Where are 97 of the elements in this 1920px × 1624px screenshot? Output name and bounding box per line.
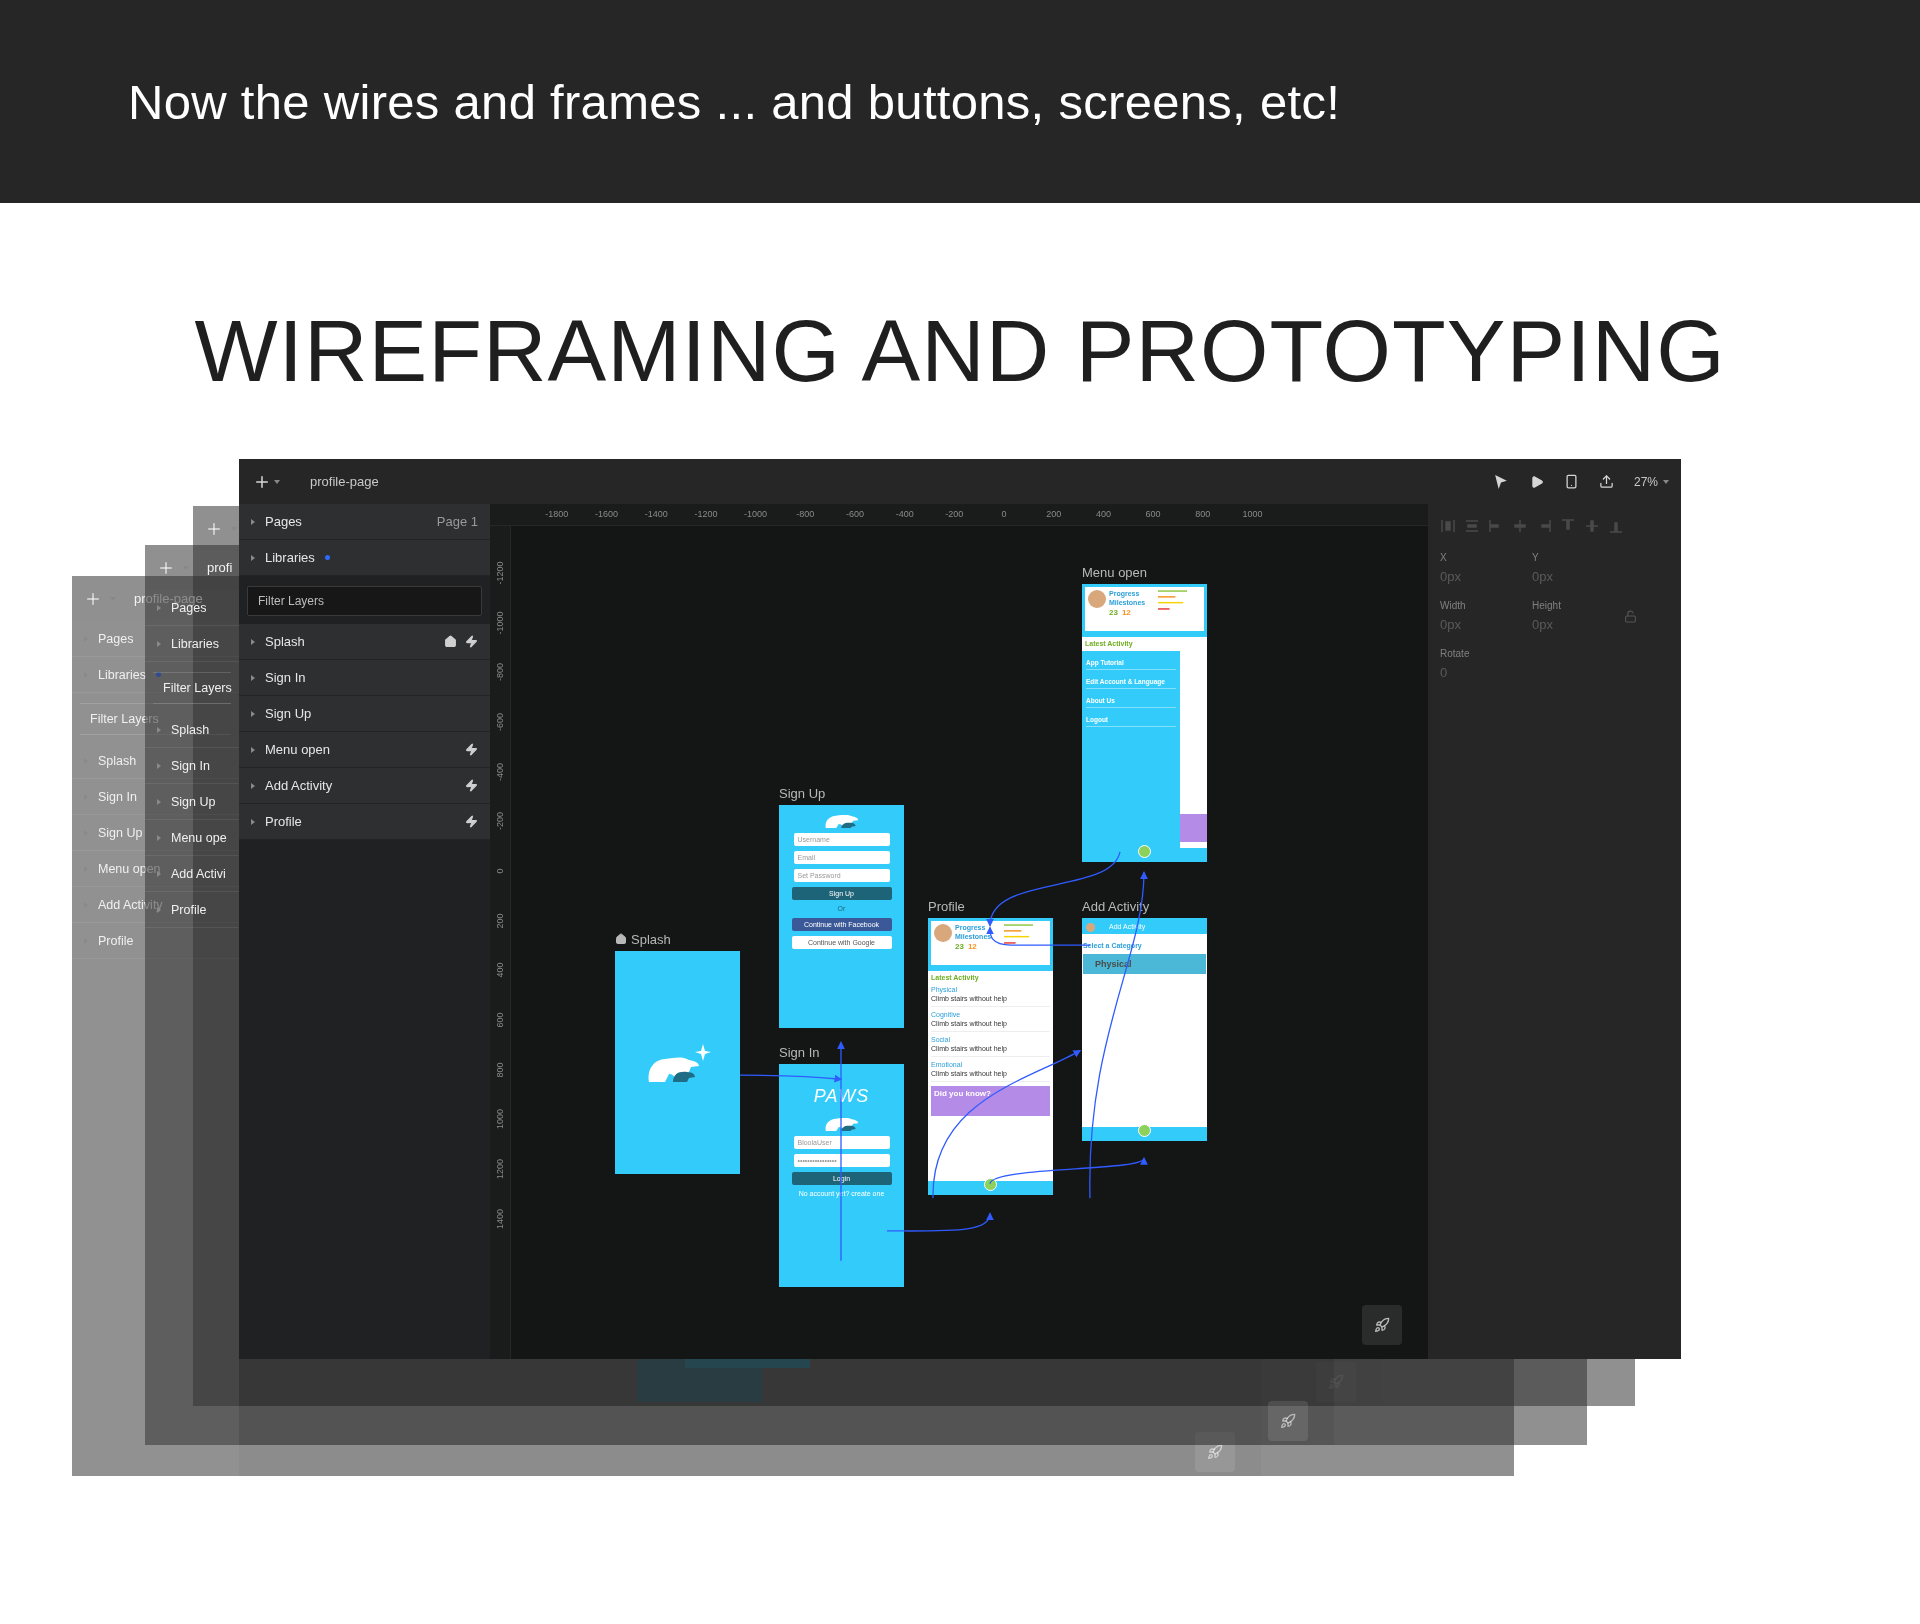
zoom-dropdown[interactable]: 27% <box>1633 474 1669 489</box>
align-icon[interactable] <box>1440 518 1456 534</box>
ruler-label: -200 <box>495 812 505 831</box>
artboard-label: Sign Up <box>779 785 826 801</box>
artboard-label: Splash <box>631 931 671 947</box>
layer-item[interactable]: Add Activi <box>171 866 226 881</box>
align-icon[interactable] <box>1512 518 1528 534</box>
filter-field[interactable]: Filter Layers <box>247 586 482 616</box>
lock-icon[interactable] <box>1624 609 1637 623</box>
document-title: profi <box>207 560 233 575</box>
align-icon[interactable] <box>1464 518 1480 534</box>
ruler-label: 800 <box>495 1062 505 1078</box>
rocket-icon <box>1374 1317 1390 1333</box>
ruler-label: -200 <box>944 508 965 521</box>
avatar-placeholder <box>1086 922 1095 932</box>
layer-item[interactable]: Sign Up <box>239 696 490 732</box>
ruler-label: 200 <box>1045 508 1063 521</box>
ruler-label: -1400 <box>643 508 669 521</box>
artboard-label: Profile <box>928 898 965 914</box>
ruler-label: -1000 <box>495 611 505 635</box>
layer-item[interactable]: Profile <box>239 804 490 840</box>
ruler-label: 1400 <box>495 1208 505 1229</box>
layer-item[interactable]: Add Activity <box>239 768 490 804</box>
upload-icon <box>1598 474 1614 489</box>
layer-item[interactable]: Sign Up <box>171 794 216 809</box>
layer-item[interactable]: Profile <box>171 902 207 917</box>
ruler-label: 1200 <box>495 1159 505 1180</box>
ruler-label: -600 <box>495 712 505 731</box>
property-label: Height <box>1532 600 1562 611</box>
layer-item[interactable]: Splash <box>239 624 490 660</box>
property-label: X <box>1440 552 1448 563</box>
artboard-label: Sign In <box>779 1044 820 1060</box>
page-name: Page 1 <box>436 514 478 529</box>
ruler-label: -400 <box>495 762 505 781</box>
ruler-label: 800 <box>1194 508 1212 521</box>
tip-title: Did you know? <box>934 1089 991 1099</box>
artboard-label: Menu open <box>1082 564 1148 580</box>
property-label: Y <box>1532 552 1540 563</box>
ruler-label: 1000 <box>495 1109 505 1130</box>
phone-icon <box>1563 474 1579 489</box>
layer-item[interactable]: Splash <box>171 722 210 737</box>
category-option[interactable]: Physical <box>1083 954 1206 975</box>
avatar-placeholder <box>1088 590 1106 608</box>
sidebar-item[interactable]: Pages Page 1 <box>239 504 490 540</box>
sidebar-item[interactable]: Libraries <box>98 667 146 682</box>
section-heading: WIREFRAMING AND PROTOTYPING <box>194 307 1726 397</box>
ruler-label: 1000 <box>1241 508 1264 521</box>
ruler-label: -1000 <box>743 508 769 521</box>
layer-item[interactable]: Splash <box>98 753 137 768</box>
ruler-label: -800 <box>495 663 505 682</box>
ruler-label: 200 <box>495 913 505 929</box>
banner-text: Now the wires and frames ... and buttons, screens, etc! <box>128 73 1341 130</box>
app-logo-text: PAWS <box>813 1086 870 1107</box>
filter-field[interactable]: Filter Layers <box>90 712 159 726</box>
avatar-placeholder <box>934 924 952 942</box>
rocket-button[interactable] <box>1362 1305 1402 1345</box>
ruler-label: 400 <box>1094 508 1112 521</box>
pointer-icon <box>1493 474 1508 489</box>
ruler-label: 600 <box>495 1012 505 1028</box>
polar-bear-drawing <box>823 815 860 828</box>
layer-item[interactable]: Add Activity <box>98 897 163 912</box>
layer-item[interactable]: Menu open <box>239 732 490 768</box>
sidebar-item[interactable]: Pages <box>98 631 134 646</box>
layer-item[interactable]: Profile <box>98 933 134 948</box>
play-icon <box>1529 474 1544 489</box>
reached-count: 23 <box>1109 608 1118 618</box>
ruler-label: 0 <box>1000 508 1008 521</box>
layer-item[interactable]: Sign Up <box>98 825 143 840</box>
layer-item[interactable]: Menu ope <box>171 830 227 845</box>
tip-card <box>1180 814 1207 842</box>
layer-item[interactable]: Sign In <box>171 758 210 773</box>
align-icon[interactable] <box>1584 518 1600 534</box>
pending-count: 12 <box>967 942 977 952</box>
property-label: Width <box>1440 600 1467 611</box>
ruler-label: -1600 <box>594 508 620 521</box>
pending-count: 12 <box>1121 608 1131 618</box>
rocket-icon <box>1280 1413 1296 1429</box>
property-label: Rotate <box>1440 648 1471 659</box>
layer-item[interactable]: Sign In <box>98 789 137 804</box>
ruler-label: -1200 <box>693 508 719 521</box>
sidebar-item[interactable]: Libraries <box>171 636 219 651</box>
ruler-label: -1800 <box>544 508 570 521</box>
polar-bear-drawing <box>823 1118 860 1131</box>
ruler-label: 0 <box>495 868 505 874</box>
ruler-label: -600 <box>844 508 865 521</box>
ruler-label: -800 <box>795 508 816 521</box>
ruler-label: 600 <box>1144 508 1162 521</box>
rocket-icon <box>1207 1444 1223 1460</box>
document-title: profile-page <box>310 474 379 489</box>
filter-field[interactable]: Filter Layers <box>163 681 232 695</box>
rocket-button[interactable] <box>1268 1401 1308 1441</box>
reached-count: 23 <box>955 942 964 952</box>
ruler-label: -400 <box>894 508 915 521</box>
layer-item[interactable]: Sign In <box>239 660 490 696</box>
ruler-label: 400 <box>495 962 505 978</box>
sidebar-item[interactable]: Libraries <box>239 540 490 576</box>
ruler-label: -1200 <box>495 561 505 585</box>
